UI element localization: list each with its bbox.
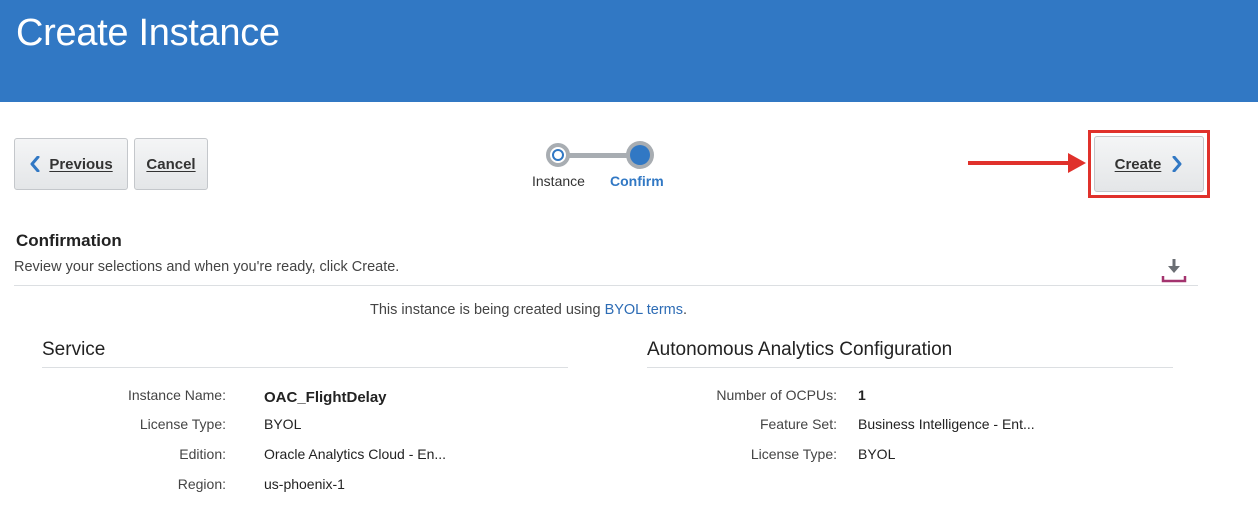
previous-button[interactable]: Previous <box>14 138 128 190</box>
service-panel-title: Service <box>42 339 106 360</box>
service-region-value: us-phoenix-1 <box>264 476 345 492</box>
config-ocpus-label: Number of OCPUs: <box>716 387 837 403</box>
previous-button-label: Previous <box>49 155 113 173</box>
service-region-label: Region: <box>177 476 226 492</box>
download-icon[interactable] <box>1160 256 1188 284</box>
byol-notice-suffix: . <box>683 302 688 318</box>
train-step-confirm <box>626 141 654 169</box>
step-train: Instance Confirm <box>532 140 680 200</box>
config-license-type-value: BYOL <box>858 446 896 462</box>
byol-notice: This instance is being created using BYO… <box>370 302 687 318</box>
annotation-arrow-head <box>1068 153 1086 173</box>
config-panel-divider <box>647 367 1173 368</box>
service-edition-value: Oracle Analytics Cloud - En... <box>264 446 447 462</box>
service-license-type-value: BYOL <box>264 416 302 432</box>
confirmation-title: Confirmation <box>16 231 122 250</box>
config-feature-set-value: Business Intelligence - Ent... <box>858 416 1035 432</box>
service-edition-label: Edition: <box>179 446 226 462</box>
page-header: Create Instance <box>0 0 1258 102</box>
train-step-instance[interactable] <box>546 143 570 167</box>
service-instance-name-value: OAC_FlightDelay <box>264 389 387 406</box>
chevron-right-icon <box>1172 156 1182 172</box>
byol-notice-text: This instance is being created using <box>370 302 605 318</box>
config-feature-set-label: Feature Set: <box>759 416 837 432</box>
confirmation-divider <box>14 285 1198 286</box>
page-title: Create Instance <box>16 12 280 54</box>
chevron-left-icon <box>30 156 40 172</box>
service-instance-name-label: Instance Name: <box>127 387 226 403</box>
train-step-confirm-label: Confirm <box>610 173 664 189</box>
annotation-arrow <box>968 161 1072 165</box>
service-license-type-label: License Type: <box>139 416 226 432</box>
byol-terms-link[interactable]: BYOL terms <box>605 302 683 318</box>
config-panel-title: Autonomous Analytics Configuration <box>647 339 953 360</box>
cancel-button[interactable]: Cancel <box>134 138 208 190</box>
confirmation-description: Review your selections and when you're r… <box>14 259 400 275</box>
train-step-instance-label[interactable]: Instance <box>532 173 585 189</box>
cancel-button-label: Cancel <box>146 155 196 173</box>
create-button-label: Create <box>1114 155 1162 173</box>
config-ocpus-value: 1 <box>858 387 866 403</box>
service-panel-divider <box>42 367 568 368</box>
create-button[interactable]: Create <box>1094 136 1204 192</box>
config-license-type-label: License Type: <box>750 446 837 462</box>
